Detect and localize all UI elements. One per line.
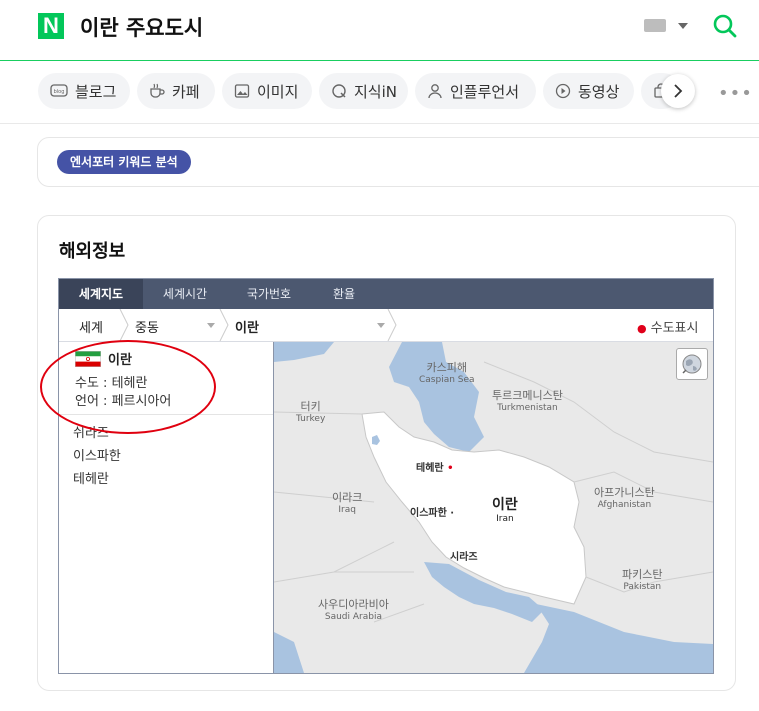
- person-icon: [428, 84, 442, 99]
- breadcrumb-region[interactable]: 중동: [135, 317, 159, 336]
- capital-dot-icon: •: [447, 463, 454, 474]
- section-title: 해외정보: [59, 241, 126, 262]
- country-dropdown-icon[interactable]: [377, 323, 385, 328]
- map-label-iran: 이란 Iran: [492, 494, 518, 524]
- overseas-info-card: 해외정보 세계지도 세계시간 국가번호 환율 세계 중동 이란 ● 수도표시 이…: [37, 215, 736, 691]
- map-label-ko: 테헤란: [416, 463, 444, 474]
- map-label-en: Iraq: [338, 505, 356, 515]
- play-icon: [555, 83, 571, 99]
- tab-influencer[interactable]: 인플루언서: [415, 73, 536, 109]
- tab-blog[interactable]: blog 블로그: [38, 73, 130, 109]
- region-dropdown-icon[interactable]: [207, 323, 215, 328]
- map-label-en: Caspian Sea: [419, 375, 475, 385]
- globe-view-button[interactable]: [676, 348, 708, 380]
- keyword-analysis-badge[interactable]: 엔서포터 키워드 분석: [57, 150, 191, 174]
- blog-icon: blog: [50, 84, 68, 97]
- tab-label: 이미지: [257, 82, 299, 101]
- image-icon: [234, 84, 250, 98]
- map-label-ko: 아프가니스탄: [594, 486, 655, 499]
- map-label-afghanistan: 아프가니스탄 Afghanistan: [594, 484, 655, 510]
- map-label-saudi: 사우디아라비아 Saudi Arabia: [318, 596, 389, 622]
- map-label-ko: 이라크: [332, 491, 363, 504]
- tab-country-code[interactable]: 국가번호: [227, 279, 311, 309]
- search-tabs: blog 블로그 카페 이미지 지식iN 인플루언서 동영상 •••: [0, 61, 759, 124]
- world-map-widget: 세계지도 세계시간 국가번호 환율 세계 중동 이란 ● 수도표시 이란 수도 …: [58, 278, 714, 674]
- capital-toggle-label: 수도표시: [650, 321, 699, 336]
- city-link[interactable]: 이스파한: [73, 445, 121, 464]
- more-options-icon[interactable]: •••: [718, 83, 753, 104]
- map-label-ko: 이스파한: [410, 508, 447, 519]
- map-label-en: Pakistan: [623, 582, 662, 592]
- tab-label: 인플루언서: [450, 82, 520, 101]
- svg-text:blog: blog: [54, 89, 65, 95]
- map-label-ko: 카스피해: [426, 361, 468, 374]
- map-label-en: Turkey: [296, 414, 326, 424]
- map-label-ko: 파키스탄: [622, 568, 663, 581]
- map-label-shiraz[interactable]: 시라즈: [450, 548, 478, 563]
- tab-label: 블로그: [75, 82, 117, 101]
- breadcrumb-separator-icon: [219, 309, 229, 341]
- capital-toggle[interactable]: ● 수도표시: [637, 317, 698, 336]
- map-label-tehran[interactable]: 테헤란 •: [416, 459, 454, 474]
- map-label-isfahan[interactable]: 이스파한 ·: [410, 504, 454, 519]
- map-label-en: Turkmenistan: [497, 403, 558, 413]
- map-label-pakistan: 파키스탄 Pakistan: [622, 566, 662, 592]
- globe-icon: [682, 354, 702, 374]
- breadcrumb-world[interactable]: 세계: [79, 317, 103, 336]
- map-view[interactable]: 카스피해 Caspian Sea 투르크메니스탄 Turkmenistan 터키 Tu…: [274, 342, 713, 673]
- capital-dot-icon: ●: [637, 322, 647, 335]
- breadcrumb-country[interactable]: 이란: [235, 317, 259, 336]
- search-query-text[interactable]: 이란 주요도시: [80, 12, 203, 42]
- naver-logo[interactable]: N: [38, 13, 64, 39]
- chevron-down-icon[interactable]: [678, 23, 688, 29]
- tab-exchange[interactable]: 환율: [311, 279, 377, 309]
- city-link[interactable]: 테헤란: [73, 468, 109, 487]
- map-label-en: Iran: [496, 514, 514, 524]
- keyboard-icon[interactable]: [644, 19, 666, 32]
- chevron-right-icon: [674, 84, 683, 98]
- tab-image[interactable]: 이미지: [222, 73, 312, 109]
- tab-world-time[interactable]: 세계시간: [143, 279, 227, 309]
- tabs-next-button[interactable]: [661, 74, 695, 108]
- highlight-annotation-ellipse: [40, 340, 216, 434]
- map-label-turkmenistan: 투르크메니스탄 Turkmenistan: [492, 387, 563, 413]
- map-label-iraq: 이라크 Iraq: [332, 489, 362, 515]
- map-label-ko: 이란: [492, 497, 518, 513]
- map-label-turkey: 터키 Turkey: [296, 398, 325, 424]
- breadcrumb: 세계 중동 이란 ● 수도표시: [59, 309, 713, 342]
- cafe-cup-icon: [150, 83, 165, 98]
- map-label-en: Afghanistan: [597, 500, 652, 510]
- breadcrumb-separator-icon: [387, 309, 397, 341]
- influencer-keyword-card: 엔서포터 키워드 분석: [37, 137, 759, 187]
- search-header: N 이란 주요도시: [0, 0, 759, 61]
- search-icon[interactable]: [712, 13, 738, 39]
- tab-cafe[interactable]: 카페: [137, 73, 215, 109]
- tab-video[interactable]: 동영상: [543, 73, 634, 109]
- map-label-ko: 투르크메니스탄: [492, 389, 563, 402]
- tab-label: 카페: [172, 82, 200, 101]
- map-label-ko: 터키: [300, 400, 321, 413]
- widget-tabs: 세계지도 세계시간 국가번호 환율: [59, 279, 713, 309]
- map-label-caspian: 카스피해 Caspian Sea: [419, 359, 475, 385]
- breadcrumb-separator-icon: [119, 309, 129, 341]
- tab-world-map[interactable]: 세계지도: [59, 279, 143, 309]
- tab-label: 동영상: [578, 82, 620, 101]
- map-label-en: Saudi Arabia: [324, 612, 382, 622]
- kin-q-icon: [332, 84, 346, 98]
- map-label-ko: 사우디아라비아: [318, 598, 389, 611]
- tab-label: 지식iN: [354, 82, 397, 101]
- tab-kin[interactable]: 지식iN: [319, 73, 408, 109]
